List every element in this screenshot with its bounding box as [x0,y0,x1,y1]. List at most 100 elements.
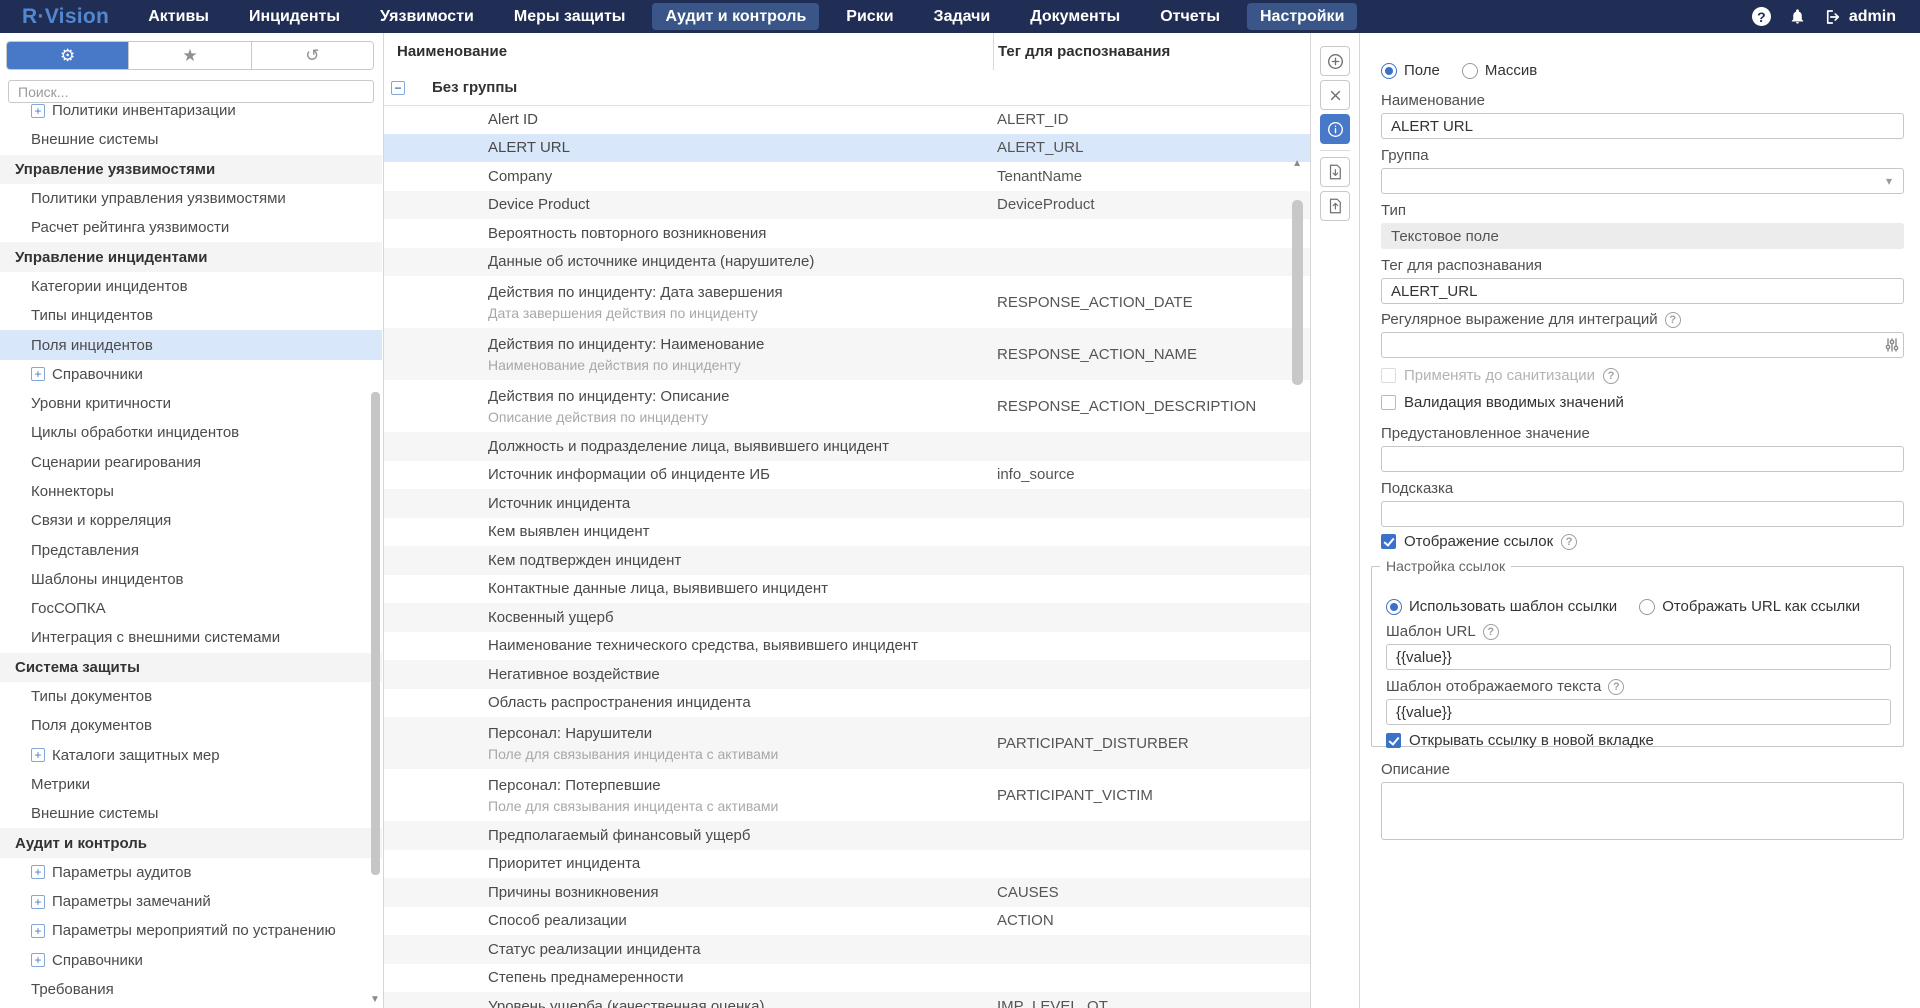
tree-item[interactable]: +Параметры мероприятий по устранению [0,916,382,945]
nav-item[interactable]: Задачи [921,3,1004,30]
tree-item[interactable]: Политики управления уязвимостями [0,184,382,213]
table-row[interactable]: Косвенный ущерб [384,603,1310,632]
tag-field[interactable] [1381,278,1904,304]
table-row[interactable]: Уровень ущерба (качественная оценка)IMP_… [384,992,1310,1008]
regex-tools-icon[interactable] [1884,337,1900,358]
nav-item[interactable]: Инциденты [236,3,353,30]
expand-icon[interactable]: + [31,953,45,967]
default-value-field[interactable] [1381,446,1904,472]
expand-icon[interactable]: + [31,924,45,938]
tree-item[interactable]: +Политики инвентаризации [0,104,382,125]
table-row[interactable]: Причины возникновенияCAUSES [384,878,1310,907]
table-row[interactable]: Кем выявлен инцидент [384,518,1310,547]
nav-item[interactable]: Аудит и контроль [652,3,819,30]
table-row[interactable]: CompanyTenantName [384,162,1310,191]
tree-item[interactable]: Уровни критичности [0,389,382,418]
hint-field[interactable] [1381,501,1904,527]
field-info-button[interactable] [1320,114,1350,144]
table-row[interactable]: ALERT URLALERT_URL [384,134,1310,163]
table-row[interactable]: Негативное воздействие [384,660,1310,689]
tree-item[interactable]: +Параметры аудитов [0,858,382,887]
help-circle-icon[interactable]: ? [1561,534,1577,550]
table-scrollbar-thumb[interactable] [1292,200,1303,385]
table-row[interactable]: Device ProductDeviceProduct [384,191,1310,220]
table-row[interactable]: Статус реализации инцидента [384,935,1310,964]
table-row[interactable]: Источник информации об инциденте ИБinfo_… [384,461,1310,490]
tree-item[interactable]: +Каталоги защитных мер [0,741,382,770]
user-menu[interactable]: admin [1824,8,1896,26]
tree-item[interactable]: Требования [0,975,382,1004]
tree-item[interactable]: Интеграция с внешними системами [0,623,382,652]
nav-item[interactable]: Отчеты [1147,3,1233,30]
expand-icon[interactable]: + [31,104,45,118]
nav-item[interactable]: Меры защиты [501,3,639,30]
tree-item[interactable]: Контрольные проверки [0,1004,382,1008]
nav-item[interactable]: Активы [135,3,222,30]
tree-item[interactable]: +Справочники [0,360,382,389]
table-row[interactable]: Действия по инциденту: ОписаниеОписание … [384,380,1310,432]
tree-item[interactable]: Поля документов [0,711,382,740]
table-row[interactable]: Alert IDALERT_ID [384,105,1310,134]
bell-icon[interactable] [1789,8,1806,25]
add-field-button[interactable] [1320,46,1350,76]
tree-item[interactable]: Внешние системы [0,799,382,828]
sanitize-checkbox[interactable] [1381,368,1396,383]
tree-item[interactable]: Сценарии реагирования [0,448,382,477]
tab-settings[interactable]: ⚙ [7,42,129,69]
help-circle-icon[interactable]: ? [1483,624,1499,640]
table-scroll-up-arrow[interactable]: ▲ [1292,158,1302,169]
links-display-checkbox[interactable] [1381,534,1396,549]
table-row[interactable]: Должность и подразделение лица, выявивше… [384,432,1310,461]
table-row[interactable]: Предполагаемый финансовый ущерб [384,821,1310,850]
tree-item[interactable]: Представления [0,535,382,564]
tree-item[interactable]: Коннекторы [0,477,382,506]
table-row[interactable]: Персонал: НарушителиПоле для связывания … [384,717,1310,769]
search-input[interactable] [8,80,374,103]
expand-icon[interactable]: + [31,748,45,762]
nav-item[interactable]: Уязвимости [367,3,487,30]
tree-item[interactable]: ГосСОПКА [0,594,382,623]
radio-option-link-template[interactable]: Использовать шаблон ссылки [1386,598,1617,615]
url-template-field[interactable] [1386,644,1891,670]
nav-item[interactable]: Документы [1017,3,1133,30]
table-row[interactable]: Действия по инциденту: Дата завершенияДа… [384,276,1310,328]
table-row[interactable]: Приоритет инцидента [384,850,1310,879]
sidebar-scrollbar-thumb[interactable] [371,392,380,875]
group-select[interactable]: ▾ [1381,168,1904,194]
tree-item[interactable]: Шаблоны инцидентов [0,565,382,594]
table-row[interactable]: Наименование технического средства, выяв… [384,632,1310,661]
table-row[interactable]: Персонал: ПотерпевшиеПоле для связывания… [384,769,1310,821]
description-textarea[interactable] [1381,782,1904,840]
column-header-tag[interactable]: Тег для распознавания [993,33,1310,70]
table-row[interactable]: Вероятность повторного возникновения [384,219,1310,248]
tree-item[interactable]: Метрики [0,770,382,799]
column-header-name[interactable]: Наименование [384,33,993,70]
table-row[interactable]: Кем подтвержден инцидент [384,546,1310,575]
expand-icon[interactable]: + [31,367,45,381]
expand-icon[interactable]: + [31,865,45,879]
text-template-field[interactable] [1386,699,1891,725]
table-row[interactable]: Контактные данные лица, выявившего инцид… [384,575,1310,604]
tab-favorites[interactable]: ★ [129,42,251,69]
tree-item[interactable]: Связи и корреляция [0,506,382,535]
import-fields-button[interactable] [1320,157,1350,187]
table-row[interactable]: Область распространения инцидента [384,689,1310,718]
table-row[interactable]: Способ реализацииACTION [384,907,1310,936]
tree-item[interactable]: Типы инцидентов [0,301,382,330]
nav-item[interactable]: Риски [833,3,906,30]
radio-option-field[interactable]: Поле [1381,62,1440,79]
help-circle-icon[interactable]: ? [1665,312,1681,328]
group-row[interactable]: − Без группы [384,70,1310,106]
sidebar-scroll-down-arrow[interactable]: ▼ [369,994,381,1005]
tree-item[interactable]: Расчет рейтинга уязвимости [0,213,382,242]
table-row[interactable]: Источник инцидента [384,489,1310,518]
tree-item[interactable]: Поля инцидентов [0,330,382,359]
table-row[interactable]: Данные об источнике инцидента (нарушител… [384,248,1310,277]
table-row[interactable]: Степень преднамеренности [384,964,1310,993]
table-row[interactable]: Действия по инциденту: НаименованиеНаиме… [384,328,1310,380]
new-tab-checkbox[interactable] [1386,733,1401,748]
tree-item[interactable]: Циклы обработки инцидентов [0,418,382,447]
validation-checkbox[interactable] [1381,395,1396,410]
help-circle-icon[interactable]: ? [1603,368,1619,384]
tree-item[interactable]: Типы документов [0,682,382,711]
